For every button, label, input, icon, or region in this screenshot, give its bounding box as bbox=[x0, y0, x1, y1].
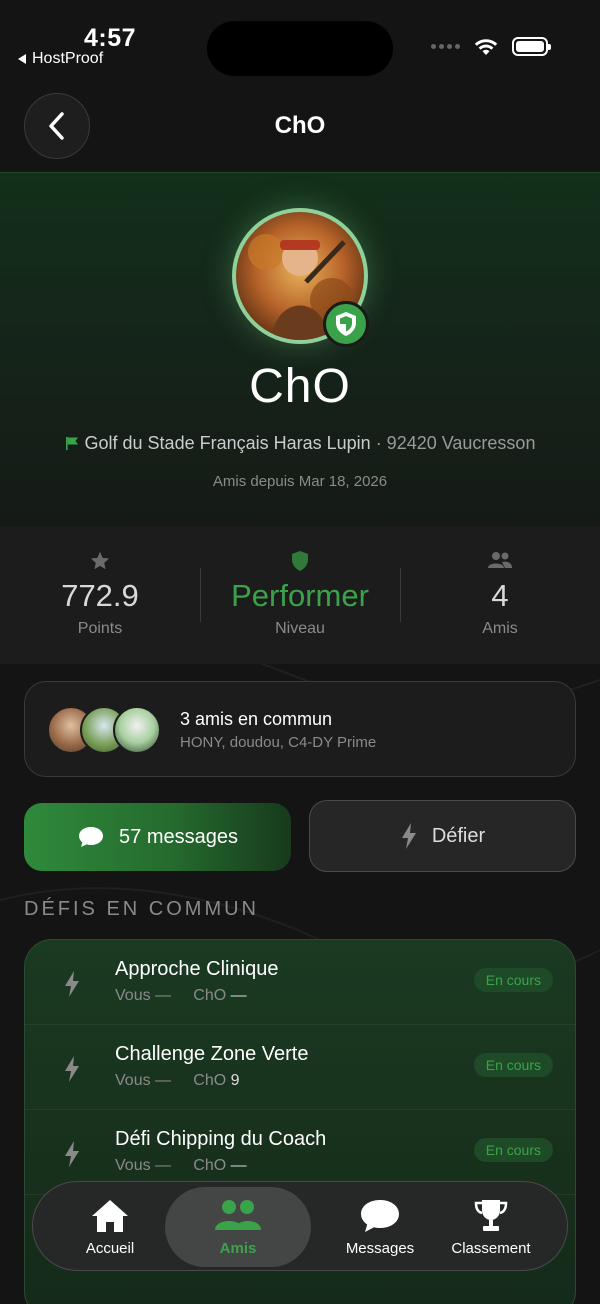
friend-avatar bbox=[113, 706, 161, 754]
profile-hero: ChO Golf du Stade Français Haras Lupin ·… bbox=[0, 172, 600, 526]
battery-icon bbox=[512, 37, 551, 56]
wifi-icon bbox=[474, 38, 498, 55]
verified-shield-badge bbox=[323, 301, 369, 347]
challenge-title: Défi Chipping du Coach bbox=[115, 1128, 327, 1150]
common-friends-card[interactable]: 3 amis en commun HONY, doudou, C4-DY Pri… bbox=[24, 681, 576, 777]
friends-since: Amis depuis Mar 18, 2026 bbox=[212, 473, 388, 490]
status-badge: En cours bbox=[473, 968, 553, 992]
chat-bubble-icon bbox=[79, 827, 104, 847]
them-score: — bbox=[230, 987, 247, 1004]
star-icon bbox=[90, 551, 110, 570]
stat-level-label: Niveau bbox=[275, 620, 325, 637]
tab-label: Messages bbox=[345, 1240, 415, 1257]
challenge-title: Challenge Zone Verte bbox=[115, 1043, 309, 1065]
challenge-row[interactable]: Approche Clinique Vous — ChO — En cours bbox=[25, 940, 575, 1025]
stat-points-value: 772.9 bbox=[61, 578, 139, 613]
stat-points: 772.9 Points bbox=[0, 526, 200, 664]
chat-icon bbox=[361, 1200, 399, 1232]
messages-button-label: 57 messages bbox=[119, 825, 238, 848]
challenge-scores: Vous — ChO 9 bbox=[115, 1072, 240, 1090]
lightning-icon bbox=[65, 1056, 79, 1082]
trophy-icon bbox=[474, 1200, 508, 1231]
club-location: · 92420 Vaucresson bbox=[375, 433, 536, 453]
stats-row: 772.9 Points Performer Niveau 4 Amis bbox=[0, 526, 600, 664]
messages-button[interactable]: 57 messages bbox=[24, 803, 291, 871]
status-bar: 4:57 HostProof bbox=[0, 0, 600, 80]
status-badge: En cours bbox=[473, 1053, 553, 1077]
stat-level-value: Performer bbox=[231, 578, 369, 613]
challenge-row[interactable]: Challenge Zone Verte Vous — ChO 9 En cou… bbox=[25, 1025, 575, 1110]
challenge-title: Approche Clinique bbox=[115, 958, 279, 980]
lightning-icon bbox=[65, 971, 79, 997]
avatar-container bbox=[232, 208, 369, 347]
common-friends-title: 3 amis en commun bbox=[180, 709, 333, 729]
you-label: Vous bbox=[115, 1072, 151, 1089]
them-label: ChO bbox=[193, 1072, 227, 1089]
common-friends-names: HONY, doudou, C4-DY Prime bbox=[180, 734, 377, 751]
tab-label: Amis bbox=[219, 1240, 257, 1257]
club-name: Golf du Stade Français Haras Lupin bbox=[84, 433, 371, 453]
back-to-app-link[interactable]: HostProof bbox=[18, 50, 103, 68]
club-info: Golf du Stade Français Haras Lupin · 924… bbox=[0, 433, 600, 454]
people-icon bbox=[488, 552, 512, 568]
challenge-button-label: Défier bbox=[431, 824, 486, 847]
back-triangle-icon bbox=[18, 53, 26, 64]
status-time: 4:57 bbox=[84, 24, 137, 52]
signal-dots-icon bbox=[431, 44, 460, 49]
lightning-icon bbox=[65, 1141, 79, 1167]
tab-amis[interactable]: Amis bbox=[165, 1187, 311, 1267]
you-label: Vous bbox=[115, 1157, 151, 1174]
back-app-label: HostProof bbox=[32, 50, 104, 67]
status-icons bbox=[431, 37, 551, 56]
lightning-icon bbox=[401, 823, 416, 849]
challenge-scores: Vous — ChO — bbox=[115, 1157, 247, 1175]
shield-icon bbox=[292, 551, 308, 571]
status-badge: En cours bbox=[473, 1138, 553, 1162]
stat-level: Performer Niveau bbox=[200, 526, 400, 664]
section-title: DÉFIS EN COMMUN bbox=[24, 898, 259, 920]
challenge-scores: Vous — ChO — bbox=[115, 987, 247, 1005]
shield-badge-icon bbox=[336, 312, 356, 336]
stat-friends: 4 Amis bbox=[400, 526, 600, 664]
them-label: ChO bbox=[193, 987, 227, 1004]
common-friends-avatars bbox=[47, 706, 167, 754]
tab-accueil[interactable]: Accueil bbox=[55, 1182, 165, 1272]
you-score: — bbox=[155, 1157, 172, 1174]
tab-label: Classement bbox=[451, 1240, 531, 1257]
golf-flag-icon bbox=[65, 437, 78, 450]
home-icon bbox=[92, 1200, 128, 1232]
you-score: — bbox=[155, 987, 172, 1004]
profile-name: ChO bbox=[249, 360, 351, 413]
tab-classement[interactable]: Classement bbox=[431, 1182, 551, 1272]
them-score: — bbox=[230, 1157, 247, 1174]
stat-points-label: Points bbox=[77, 620, 123, 637]
tab-label: Accueil bbox=[85, 1240, 135, 1257]
stat-friends-value: 4 bbox=[491, 578, 509, 613]
friends-icon bbox=[215, 1200, 261, 1230]
them-score: 9 bbox=[230, 1072, 240, 1089]
tab-messages[interactable]: Messages bbox=[315, 1182, 445, 1272]
stat-friends-label: Amis bbox=[482, 620, 518, 637]
challenge-button[interactable]: Défier bbox=[309, 800, 576, 872]
you-score: — bbox=[155, 1072, 172, 1089]
tab-bar: Accueil Amis Messages Classement bbox=[32, 1181, 568, 1271]
them-label: ChO bbox=[193, 1157, 227, 1174]
dynamic-island bbox=[207, 21, 393, 76]
page-title: ChO bbox=[274, 112, 326, 139]
you-label: Vous bbox=[115, 987, 151, 1004]
